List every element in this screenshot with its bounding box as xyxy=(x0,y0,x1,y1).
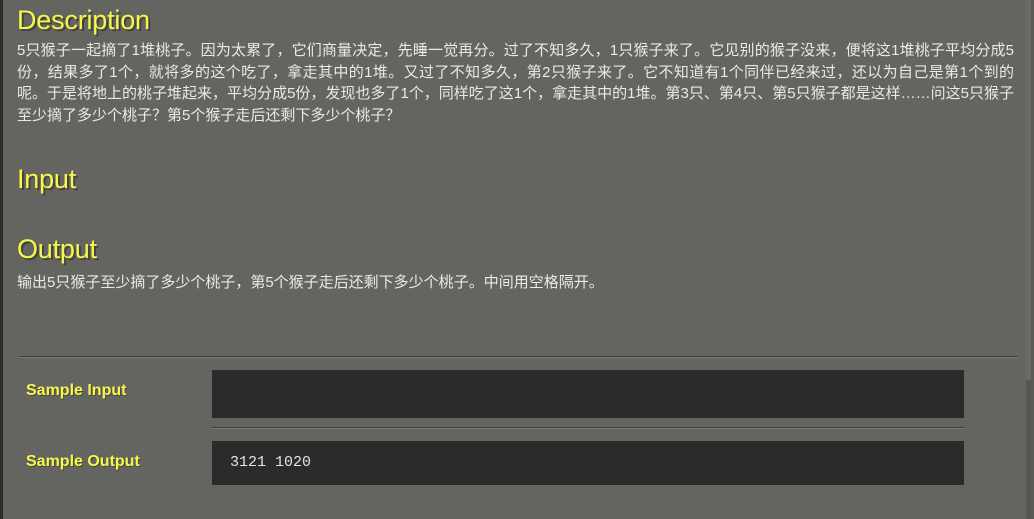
input-heading: Input xyxy=(17,164,77,194)
sample-middle-divider xyxy=(212,427,964,429)
sample-output-label: Sample Output xyxy=(26,453,140,470)
description-heading: Description xyxy=(17,5,150,35)
sample-input-label: Sample Input xyxy=(26,382,127,399)
description-text: 5只猴子一起摘了1堆桃子。因为太累了，它们商量决定，先睡一觉再分。过了不知多久，… xyxy=(17,42,1014,124)
problem-page: Description 5只猴子一起摘了1堆桃子。因为太累了，它们商量决定，先睡… xyxy=(3,0,1024,519)
sample-divider-row xyxy=(20,418,1018,429)
sample-divider-spacer xyxy=(20,418,212,429)
sample-output-row: Sample Output 3121 1020 xyxy=(20,429,1018,485)
sample-input-box[interactable] xyxy=(212,370,964,418)
sample-output-box[interactable]: 3121 1020 xyxy=(212,441,964,485)
sample-section: Sample Input Sample Output 3121 1020 xyxy=(20,356,1018,485)
output-heading: Output xyxy=(17,234,97,264)
sample-input-row: Sample Input xyxy=(20,358,1018,418)
output-text: 输出5只猴子至少摘了多少个桃子，第5个猴子走后还剩下多少个桃子。中间用空格隔开。 xyxy=(17,274,604,291)
